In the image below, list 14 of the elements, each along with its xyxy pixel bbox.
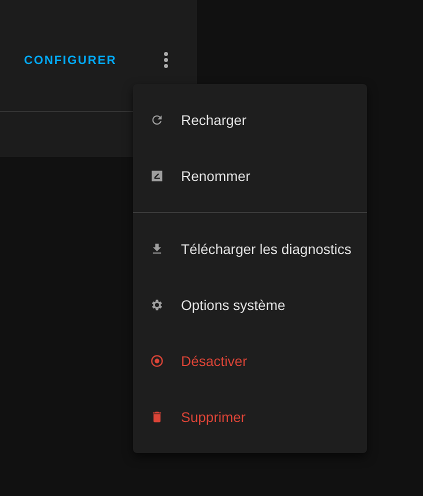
download-icon [150,242,164,256]
menu-item[interactable]: Renommer [133,148,367,204]
menu-item[interactable]: Télécharger les diagnostics [133,221,367,277]
configure-button[interactable]: CONFIGURER [24,46,117,72]
pencil-icon [150,169,164,183]
menu-item[interactable]: Supprimer [133,389,367,445]
menu-item[interactable]: Recharger [133,92,367,148]
trash-icon [150,410,164,424]
more-options-icon[interactable] [164,52,168,68]
settings-icon [150,298,164,312]
stop-circle-icon [150,354,164,368]
menu-item[interactable]: Désactiver [133,333,367,389]
refresh-icon [150,113,164,127]
menu-item[interactable]: Options système [133,277,367,333]
